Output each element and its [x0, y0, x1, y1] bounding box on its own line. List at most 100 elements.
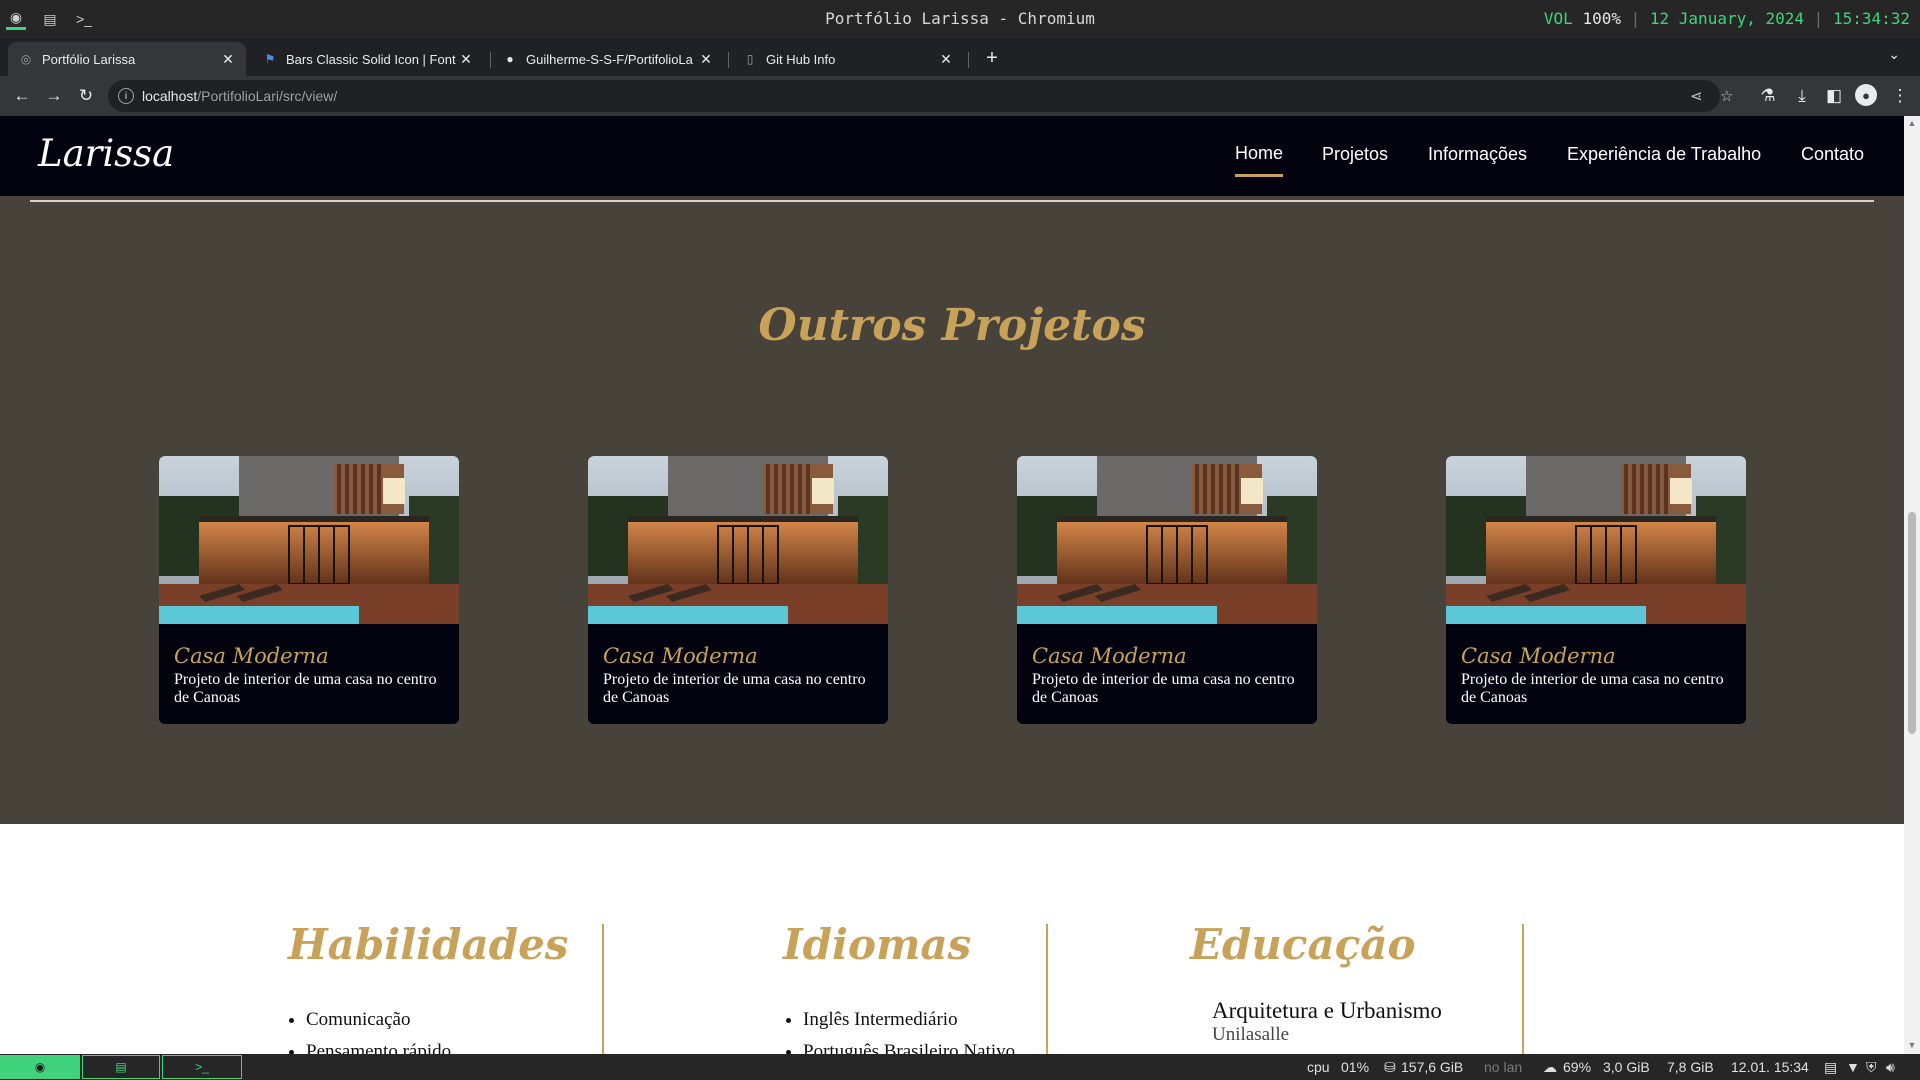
skills-list: Comunicação Pensamento rápido [306, 1004, 451, 1054]
wm-date: 12 January, 2024 [1649, 9, 1805, 28]
disk-free: 157,6 GiB [1401, 1059, 1464, 1075]
battery-level: 69% [1563, 1059, 1592, 1075]
nav-informacoes[interactable]: Informações [1428, 144, 1527, 165]
workspace-chromium-icon[interactable]: ◉ [0, 1055, 80, 1079]
browser-toolbar: ← → ↻ i localhost/PortifolioLari/src/vie… [0, 76, 1920, 116]
url-path: /PortifolioLari/src/view/ [197, 88, 338, 104]
new-tab-button[interactable]: + [978, 44, 1006, 72]
workspace-document-icon[interactable]: ▤ [82, 1055, 160, 1079]
scroll-down-arrow-icon[interactable]: ▼ [1907, 1040, 1917, 1050]
clipboard-icon[interactable]: ▤ [1824, 1059, 1837, 1076]
download-icon[interactable]: ⤓ [1790, 84, 1814, 108]
tab-title: Bars Classic Solid Icon | Font [286, 51, 456, 67]
volume-value: 100% [1582, 9, 1621, 28]
list-item: Pensamento rápido [306, 1036, 451, 1054]
bookmark-star-icon[interactable]: ☆ [1720, 87, 1733, 105]
site-logo[interactable]: Larissa [38, 132, 174, 175]
divider [1046, 924, 1048, 1054]
lan-status: no lan [1484, 1059, 1523, 1075]
scroll-up-arrow-icon[interactable]: ▲ [1907, 118, 1917, 128]
flag-icon: ⚑ [264, 52, 276, 66]
memory-used: 3,0 GiB [1603, 1059, 1650, 1075]
github-icon: ● [506, 52, 514, 66]
education-title: Educação [1190, 920, 1416, 969]
panel-clock: 12.01. 15:34 [1731, 1059, 1809, 1075]
forward-button[interactable]: → [42, 84, 66, 108]
close-icon[interactable]: ✕ [458, 51, 474, 67]
divider [602, 924, 604, 1054]
list-item: Inglês Intermediário [803, 1004, 1015, 1036]
nav-contato[interactable]: Contato [1801, 144, 1864, 165]
file-icon: ▯ [746, 52, 754, 66]
project-card[interactable]: Casa Moderna Projeto de interior de uma … [1017, 456, 1317, 724]
card-title: Casa Moderna [1461, 644, 1616, 668]
site-navbar: Larissa Home Projetos Informações Experi… [0, 116, 1904, 196]
page-scrollbar[interactable]: ▲ ▼ [1904, 116, 1920, 1054]
project-image [1446, 456, 1746, 624]
close-icon[interactable]: ✕ [698, 51, 714, 67]
memory-total: 7,8 GiB [1667, 1059, 1714, 1075]
card-title: Casa Moderna [174, 644, 329, 668]
tab-font-awesome[interactable]: ⚑ Bars Classic Solid Icon | Font ✕ [252, 42, 484, 76]
tab-title: Portfólio Larissa [42, 51, 136, 67]
menu-kebab-icon[interactable]: ⋮ [1888, 84, 1912, 108]
divider [1522, 924, 1524, 1054]
close-icon[interactable]: ✕ [220, 51, 236, 67]
card-description: Projeto de interior de uma casa no centr… [1032, 671, 1295, 706]
languages-title: Idiomas [783, 920, 972, 969]
back-button[interactable]: ← [10, 84, 34, 108]
close-icon[interactable]: ✕ [938, 51, 954, 67]
address-bar[interactable]: i localhost/PortifolioLari/src/view/ ⋖ ☆ [108, 80, 1733, 112]
card-title: Casa Moderna [603, 644, 758, 668]
labs-flask-icon[interactable]: ⚗ [1756, 84, 1780, 108]
side-panel-icon[interactable]: ◧ [1822, 84, 1846, 108]
project-image [159, 456, 459, 624]
volume-icon[interactable]: 🔊︎ [1886, 1059, 1895, 1076]
url-text[interactable]: localhost/PortifolioLari/src/view/ [142, 88, 337, 104]
project-card[interactable]: Casa Moderna Projeto de interior de uma … [159, 456, 459, 724]
project-card[interactable]: Casa Moderna Projeto de interior de uma … [588, 456, 888, 724]
scrollbar-thumb[interactable] [1908, 512, 1916, 734]
project-image [588, 456, 888, 624]
education-degree: Arquitetura e Urbanismo [1212, 998, 1442, 1023]
card-description: Projeto de interior de uma casa no centr… [603, 671, 866, 706]
info-icon[interactable]: i [118, 88, 134, 104]
skills-title: Habilidades [288, 920, 569, 969]
tab-github-info[interactable]: ▯ Git Hub Info ✕ [732, 42, 964, 76]
nav-projetos[interactable]: Projetos [1322, 144, 1388, 165]
cloud-icon: ☁ [1543, 1059, 1557, 1075]
project-image [1017, 456, 1317, 624]
section-title: Outros Projetos [758, 300, 1146, 351]
page-viewport: Larissa Home Projetos Informações Experi… [0, 116, 1904, 1054]
disk-icon: ⛁ [1384, 1059, 1396, 1075]
project-card[interactable]: Casa Moderna Projeto de interior de uma … [1446, 456, 1746, 724]
system-panel: ◉ ▤ >_ cpu 01% ⛁ 157,6 GiB no lan ☁ 69% … [0, 1054, 1920, 1080]
nav-experiencia[interactable]: Experiência de Trabalho [1567, 144, 1761, 165]
tab-title: Git Hub Info [766, 51, 836, 67]
volume-label: VOL [1543, 9, 1573, 28]
url-host: localhost [142, 88, 198, 104]
update-shield-icon[interactable]: ⛨ [1866, 1059, 1877, 1076]
wifi-icon[interactable]: ▼ [1846, 1059, 1860, 1075]
cpu-label: cpu [1307, 1059, 1330, 1075]
window-manager-bar: ◉ ▤ >_ Portfólio Larissa - Chromium VOL … [0, 0, 1920, 38]
reload-button[interactable]: ↻ [74, 84, 98, 108]
tab-search-chevron-icon[interactable]: ⌄ [1888, 46, 1900, 63]
tab-github[interactable]: ● Guilherme-S-S-F/PortifolioLa ✕ [492, 42, 724, 76]
nav-home[interactable]: Home [1235, 143, 1284, 177]
tab-title: Guilherme-S-S-F/PortifolioLa [526, 51, 693, 67]
share-icon[interactable]: ⋖ [1690, 87, 1703, 105]
languages-list: Inglês Intermediário Português Brasileir… [803, 1004, 1015, 1054]
list-item: Português Brasileiro Nativo [803, 1036, 1015, 1054]
wm-status: VOL 100% | 12 January, 2024 | 15:34:32 [1543, 9, 1910, 28]
tab-portfolio[interactable]: ◎ Portfólio Larissa ✕ [8, 42, 246, 76]
info-section: Habilidades Comunicação Pensamento rápid… [0, 824, 1904, 1054]
card-description: Projeto de interior de uma casa no centr… [1461, 671, 1724, 706]
tab-strip: ◎ Portfólio Larissa ✕ ⚑ Bars Classic Sol… [0, 38, 1920, 76]
cpu-usage: 01% [1341, 1059, 1370, 1075]
profile-avatar[interactable]: ● [1855, 84, 1877, 106]
card-title: Casa Moderna [1032, 644, 1187, 668]
workspace-terminal-icon[interactable]: >_ [162, 1055, 242, 1079]
card-description: Projeto de interior de uma casa no centr… [174, 671, 437, 706]
globe-icon: ◎ [20, 52, 32, 66]
